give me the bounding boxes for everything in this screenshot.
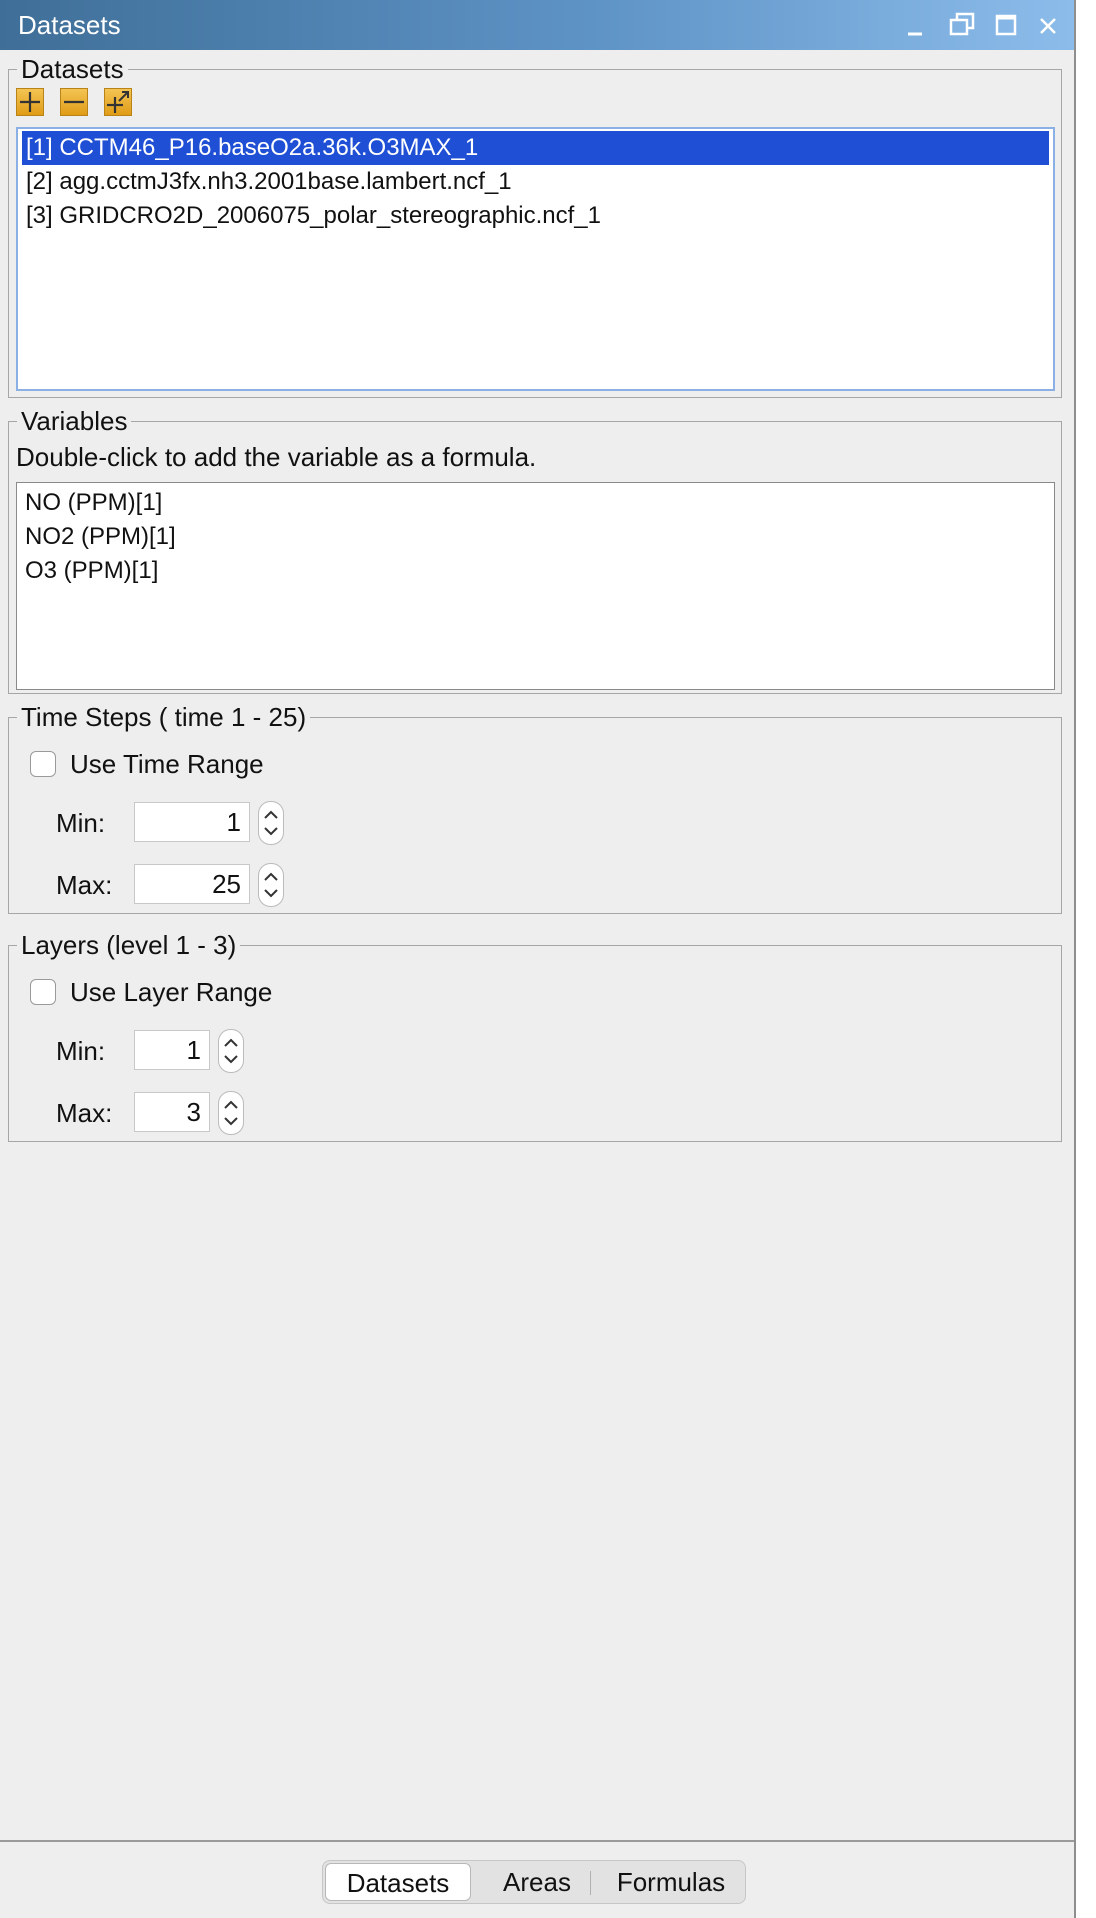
plus-arrow-icon [107,91,129,113]
layer-min-field[interactable]: 1 [134,1030,210,1070]
time-max-stepper[interactable] [258,863,284,907]
add-dataset-button[interactable] [16,88,44,116]
datasets-list[interactable]: [1] CCTM46_P16.baseO2a.36k.O3MAX_1 [2] a… [16,127,1055,391]
use-time-range-checkbox[interactable] [30,751,56,777]
restore-icon[interactable] [946,8,978,42]
variables-hint: Double-click to add the variable as a fo… [16,442,537,472]
maximize-icon[interactable] [990,8,1022,42]
layer-max-field[interactable]: 3 [134,1092,210,1132]
add-remote-dataset-button[interactable] [104,88,132,116]
minimize-icon[interactable] [900,8,932,42]
time-max-label: Max: [56,870,113,900]
variables-list[interactable]: NO (PPM)[1] NO2 (PPM)[1] O3 (PPM)[1] [16,482,1055,690]
tab-datasets[interactable]: Datasets [325,1863,471,1901]
tab-formulas[interactable]: Formulas [601,1863,741,1901]
title-bar[interactable]: Datasets [0,0,1074,50]
datasets-group-legend: Datasets [21,54,124,84]
tab-areas[interactable]: Areas [475,1863,599,1901]
use-layer-range-label: Use Layer Range [70,977,273,1007]
use-time-range-label: Use Time Range [70,749,264,779]
layer-max-label: Max: [56,1098,113,1128]
layer-min-stepper[interactable] [218,1029,244,1073]
layer-min-label: Min: [56,1036,106,1066]
plus-icon [20,92,40,112]
time-steps-legend: Time Steps ( time 1 - 25) [21,702,307,732]
layers-legend: Layers (level 1 - 3) [21,930,237,960]
dataset-item[interactable]: [1] CCTM46_P16.baseO2a.36k.O3MAX_1 [22,131,1049,165]
time-min-stepper[interactable] [258,801,284,845]
content-bottom-divider [0,1840,1074,1842]
remove-dataset-button[interactable] [60,88,88,116]
window-title: Datasets [18,10,121,40]
use-layer-range-checkbox[interactable] [30,979,56,1005]
time-min-label: Min: [56,808,106,838]
time-max-field[interactable]: 25 [134,864,250,904]
minus-icon [64,100,84,104]
variable-item[interactable]: O3 (PPM)[1] [21,554,1050,588]
dataset-item[interactable]: [2] agg.cctmJ3fx.nh3.2001base.lambert.nc… [22,165,1049,199]
time-min-field[interactable]: 1 [134,802,250,842]
variables-group-legend: Variables [21,406,128,436]
datasets-window: Datasets Datasets [1] CCTM46_P16.baseO2a… [0,0,1076,1918]
layer-max-stepper[interactable] [218,1091,244,1135]
close-icon[interactable] [1032,8,1064,42]
variable-item[interactable]: NO2 (PPM)[1] [21,520,1050,554]
dataset-item[interactable]: [3] GRIDCRO2D_2006075_polar_stereographi… [22,199,1049,233]
tab-separator [590,1871,591,1895]
variable-item[interactable]: NO (PPM)[1] [21,486,1050,520]
view-tabs: Datasets Areas Formulas [322,1860,746,1904]
